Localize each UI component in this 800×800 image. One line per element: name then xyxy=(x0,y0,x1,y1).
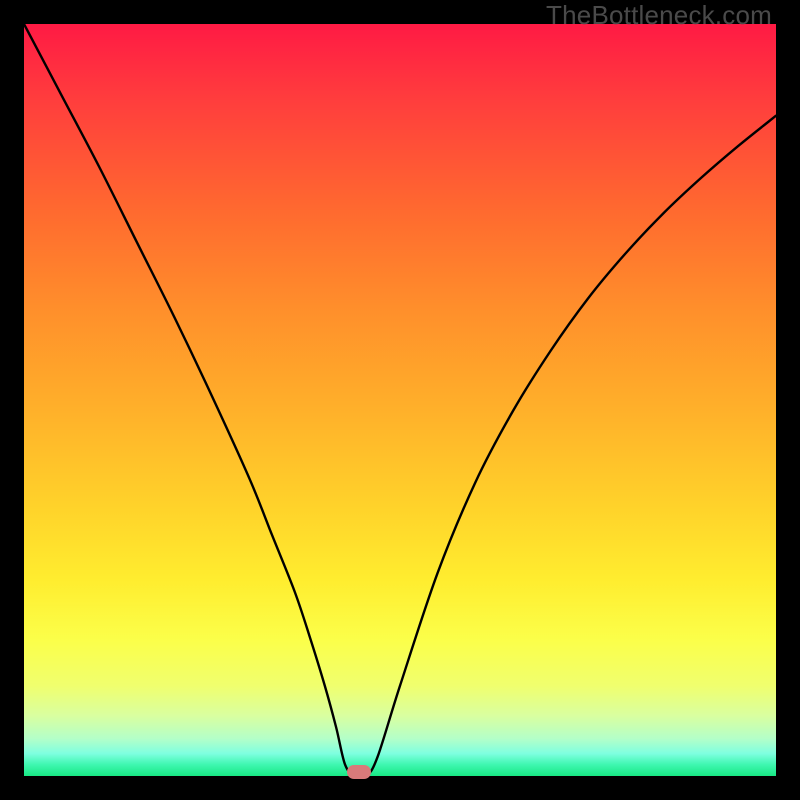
watermark-text: TheBottleneck.com xyxy=(546,0,772,31)
optimum-marker xyxy=(347,765,371,779)
bottleneck-curve xyxy=(24,24,776,776)
chart-plot-area xyxy=(24,24,776,776)
